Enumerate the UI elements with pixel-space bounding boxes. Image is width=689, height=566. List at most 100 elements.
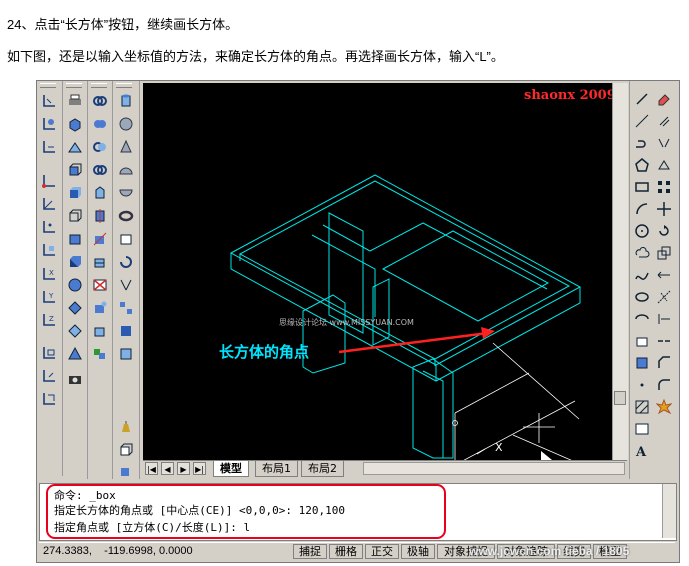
- intersect-icon[interactable]: [90, 160, 110, 180]
- cube-shaded-icon[interactable]: [65, 183, 85, 203]
- horizontal-scrollbar[interactable]: [363, 462, 625, 475]
- tab-model[interactable]: 模型: [213, 461, 249, 477]
- revolve-icon[interactable]: [90, 206, 110, 226]
- cube-flat-icon[interactable]: [65, 229, 85, 249]
- cube-small-icon[interactable]: [116, 440, 136, 460]
- ucs-z-icon[interactable]: Z: [39, 310, 59, 330]
- toolbar-grip[interactable]: [66, 83, 82, 88]
- snap-toggle[interactable]: 捕捉: [293, 544, 327, 559]
- explode-icon[interactable]: [654, 397, 674, 417]
- ucs-previous-icon[interactable]: [39, 137, 59, 157]
- tab-prev-button[interactable]: ◀: [161, 462, 174, 475]
- rectangle-icon[interactable]: [632, 177, 652, 197]
- scale-icon[interactable]: [654, 243, 674, 263]
- extrude-icon[interactable]: [90, 183, 110, 203]
- polyline-icon[interactable]: [632, 133, 652, 153]
- ortho-toggle[interactable]: 正交: [365, 544, 399, 559]
- hatch-icon[interactable]: [632, 397, 652, 417]
- mirror3d-icon[interactable]: [116, 275, 136, 295]
- drawing-viewport[interactable]: X Z shaonx 2009-10-5 思缘设计论坛 www.MISSYUAN…: [143, 83, 612, 460]
- toolbar-grip[interactable]: [40, 83, 56, 88]
- edge-surface-icon[interactable]: [116, 229, 136, 249]
- cone-icon[interactable]: [116, 137, 136, 157]
- setup-view-icon[interactable]: [90, 321, 110, 341]
- ucs-3point-icon[interactable]: [39, 217, 59, 237]
- polar-toggle[interactable]: 极轴: [401, 544, 435, 559]
- command-window[interactable]: 命令: _box 指定长方体的角点或 [中心点(CE)] <0,0,0>: 12…: [39, 483, 677, 541]
- ucs-y-icon[interactable]: Y: [39, 287, 59, 307]
- tab-first-button[interactable]: |◀: [145, 462, 158, 475]
- cube-icon[interactable]: [65, 160, 85, 180]
- copy-icon[interactable]: [654, 111, 674, 131]
- ucs-icon[interactable]: [39, 91, 59, 111]
- mtext-icon[interactable]: A: [632, 441, 652, 461]
- polygon-icon[interactable]: [632, 155, 652, 175]
- cube-dark-icon[interactable]: [65, 252, 85, 272]
- viewport-vertical-scrollbar[interactable]: [612, 83, 628, 460]
- array-icon[interactable]: [654, 177, 674, 197]
- line-icon[interactable]: [632, 89, 652, 109]
- ucs-named-icon[interactable]: [39, 389, 59, 409]
- chamfer-icon[interactable]: [654, 353, 674, 373]
- revcloud-icon[interactable]: [632, 243, 652, 263]
- cube-wire-icon[interactable]: [65, 206, 85, 226]
- trim-icon[interactable]: [654, 287, 674, 307]
- ucs-x-icon[interactable]: X: [39, 264, 59, 284]
- box-icon[interactable]: [65, 114, 85, 134]
- shade-icon[interactable]: [116, 321, 136, 341]
- ucs-zaxis-icon[interactable]: [39, 194, 59, 214]
- arc-icon[interactable]: [632, 199, 652, 219]
- rotate-icon[interactable]: [654, 221, 674, 241]
- dome-icon[interactable]: [116, 160, 136, 180]
- move-icon[interactable]: [654, 199, 674, 219]
- pyramid-icon[interactable]: [65, 344, 85, 364]
- interfere-icon[interactable]: [90, 275, 110, 295]
- cylinder-icon[interactable]: [116, 91, 136, 111]
- wedge-icon[interactable]: [65, 137, 85, 157]
- command-scrollbar[interactable]: [662, 484, 676, 538]
- scrollbar-thumb[interactable]: [614, 391, 626, 405]
- ellipse-arc-icon[interactable]: [632, 309, 652, 329]
- cleaner-icon[interactable]: [116, 417, 136, 437]
- setup-profile-icon[interactable]: [90, 344, 110, 364]
- rotate3d-icon[interactable]: [116, 252, 136, 272]
- ellipse-icon[interactable]: [632, 287, 652, 307]
- spline-icon[interactable]: [632, 265, 652, 285]
- setup-drawing-icon[interactable]: [90, 298, 110, 318]
- tab-last-button[interactable]: ▶|: [193, 462, 206, 475]
- ucs-apply-icon[interactable]: [39, 343, 59, 363]
- erase-icon[interactable]: [654, 89, 674, 109]
- tab-next-button[interactable]: ▶: [177, 462, 190, 475]
- sphere-surface-icon[interactable]: [116, 114, 136, 134]
- cube-small-2-icon[interactable]: [116, 461, 136, 481]
- region-icon[interactable]: [632, 419, 652, 439]
- grid-toggle[interactable]: 栅格: [329, 544, 363, 559]
- ucs-manager-icon[interactable]: [39, 366, 59, 386]
- render-icon[interactable]: [116, 344, 136, 364]
- ucs-object-icon[interactable]: [39, 240, 59, 260]
- union-icon[interactable]: [90, 114, 110, 134]
- toolbar-grip[interactable]: [91, 83, 107, 88]
- dish-icon[interactable]: [116, 183, 136, 203]
- ring-icon[interactable]: [116, 206, 136, 226]
- ucs-origin-icon[interactable]: [39, 171, 59, 191]
- slice-icon[interactable]: [90, 229, 110, 249]
- torus-icon[interactable]: [90, 91, 110, 111]
- circle-icon[interactable]: [632, 221, 652, 241]
- array3d-icon[interactable]: [116, 298, 136, 318]
- mirror-icon[interactable]: [654, 133, 674, 153]
- point-icon[interactable]: [632, 375, 652, 395]
- stretch-icon[interactable]: [654, 265, 674, 285]
- tab-layout2[interactable]: 布局2: [301, 461, 344, 477]
- diamond-light-icon[interactable]: [65, 321, 85, 341]
- ucs-world-icon[interactable]: [39, 114, 59, 134]
- insert-block-icon[interactable]: [632, 331, 652, 351]
- offset-icon[interactable]: [654, 155, 674, 175]
- tab-layout1[interactable]: 布局1: [255, 461, 298, 477]
- camera-icon[interactable]: [65, 369, 85, 389]
- diamond-icon[interactable]: [65, 298, 85, 318]
- sphere-icon[interactable]: [65, 275, 85, 295]
- make-block-icon[interactable]: [632, 353, 652, 373]
- construction-line-icon[interactable]: [632, 111, 652, 131]
- fillet-icon[interactable]: [654, 375, 674, 395]
